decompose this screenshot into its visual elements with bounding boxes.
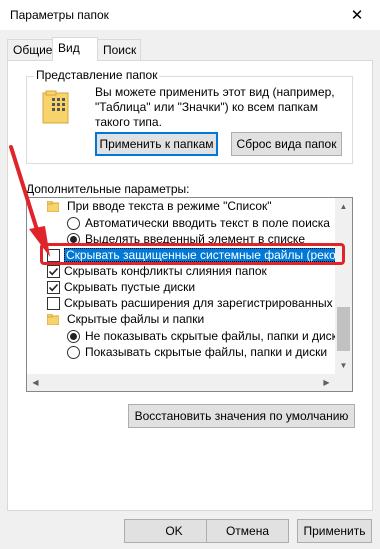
close-button[interactable]: ✕ <box>334 0 380 30</box>
tree-item-label: Автоматически вводить текст в поле поиск… <box>85 216 330 230</box>
cancel-button[interactable]: Отмена <box>206 519 289 543</box>
scroll-thumb[interactable] <box>337 307 350 351</box>
folder-views-icon <box>42 90 69 124</box>
checkbox-hide-merge-conflicts[interactable]: Скрывать конфликты слияния папок <box>47 263 267 279</box>
checkbox[interactable] <box>47 296 60 310</box>
tab-general[interactable]: Общие <box>7 39 53 60</box>
folder-icon <box>47 313 59 325</box>
vertical-scrollbar[interactable]: ▲ ▼ <box>335 198 352 374</box>
scroll-down-arrow-icon[interactable]: ▼ <box>335 357 352 374</box>
tree-item-label: Скрывать конфликты слияния папок <box>64 264 267 278</box>
title-bar: Параметры папок ✕ <box>0 0 380 30</box>
advanced-settings-tree[interactable]: При вводе текста в режиме "Список" Автом… <box>26 197 353 392</box>
folder-views-description: Вы можете применить этот вид (например, … <box>95 85 335 129</box>
scroll-left-arrow-icon[interactable]: ◀ <box>27 374 44 391</box>
scroll-up-arrow-icon[interactable]: ▲ <box>335 198 352 215</box>
tree-item-label: Скрывать пустые диски <box>64 280 196 294</box>
tree-item-label: Показывать скрытые файлы, папки и диски <box>85 345 328 359</box>
radio-button[interactable] <box>67 216 80 230</box>
radio-button[interactable] <box>67 329 80 343</box>
apply-button[interactable]: Применить <box>297 519 372 543</box>
tree-item-label: Скрывать расширения для зарегистрированн… <box>64 296 353 310</box>
radio-show-hidden[interactable]: Показывать скрытые файлы, папки и диски <box>67 344 327 360</box>
checkmark-icon <box>48 267 59 275</box>
tree-item-label: При вводе текста в режиме "Список" <box>67 199 272 213</box>
checkbox[interactable] <box>47 264 60 278</box>
tab-search[interactable]: Поиск <box>97 39 141 60</box>
folder-icon <box>47 200 59 212</box>
tree-item-label: Не показывать скрытые файлы, папки и дис… <box>85 329 344 343</box>
checkbox-hide-empty-drives[interactable]: Скрывать пустые диски <box>47 279 195 295</box>
tree-folder-hidden-files: Скрытые файлы и папки <box>47 311 204 327</box>
checkbox-hide-extensions[interactable]: Скрывать расширения для зарегистрированн… <box>47 295 353 311</box>
advanced-settings-label: Дополнительные параметры: <box>26 182 190 196</box>
radio-dont-show-hidden[interactable]: Не показывать скрытые файлы, папки и дис… <box>67 328 344 344</box>
highlight-annotation-box <box>40 243 345 265</box>
tab-view[interactable]: Вид <box>52 37 98 61</box>
apply-to-folders-button[interactable]: Применить к папкам <box>95 132 218 156</box>
tree-item-label: Скрытые файлы и папки <box>67 312 205 326</box>
horizontal-scrollbar[interactable]: ◀ ▶ <box>27 374 352 391</box>
radio-button[interactable] <box>67 345 80 359</box>
checkmark-icon <box>48 283 59 291</box>
radio-auto-search[interactable]: Автоматически вводить текст в поле поиск… <box>67 215 330 231</box>
restore-defaults-button[interactable]: Восстановить значения по умолчанию <box>128 404 355 428</box>
tree-folder-list-typing: При вводе текста в режиме "Список" <box>47 198 272 214</box>
reset-folders-button[interactable]: Сброс вида папок <box>231 132 342 156</box>
checkbox[interactable] <box>47 280 60 294</box>
window-title: Параметры папок <box>10 8 109 22</box>
folder-views-title: Представление папок <box>34 68 160 82</box>
scroll-right-arrow-icon[interactable]: ▶ <box>318 374 335 391</box>
